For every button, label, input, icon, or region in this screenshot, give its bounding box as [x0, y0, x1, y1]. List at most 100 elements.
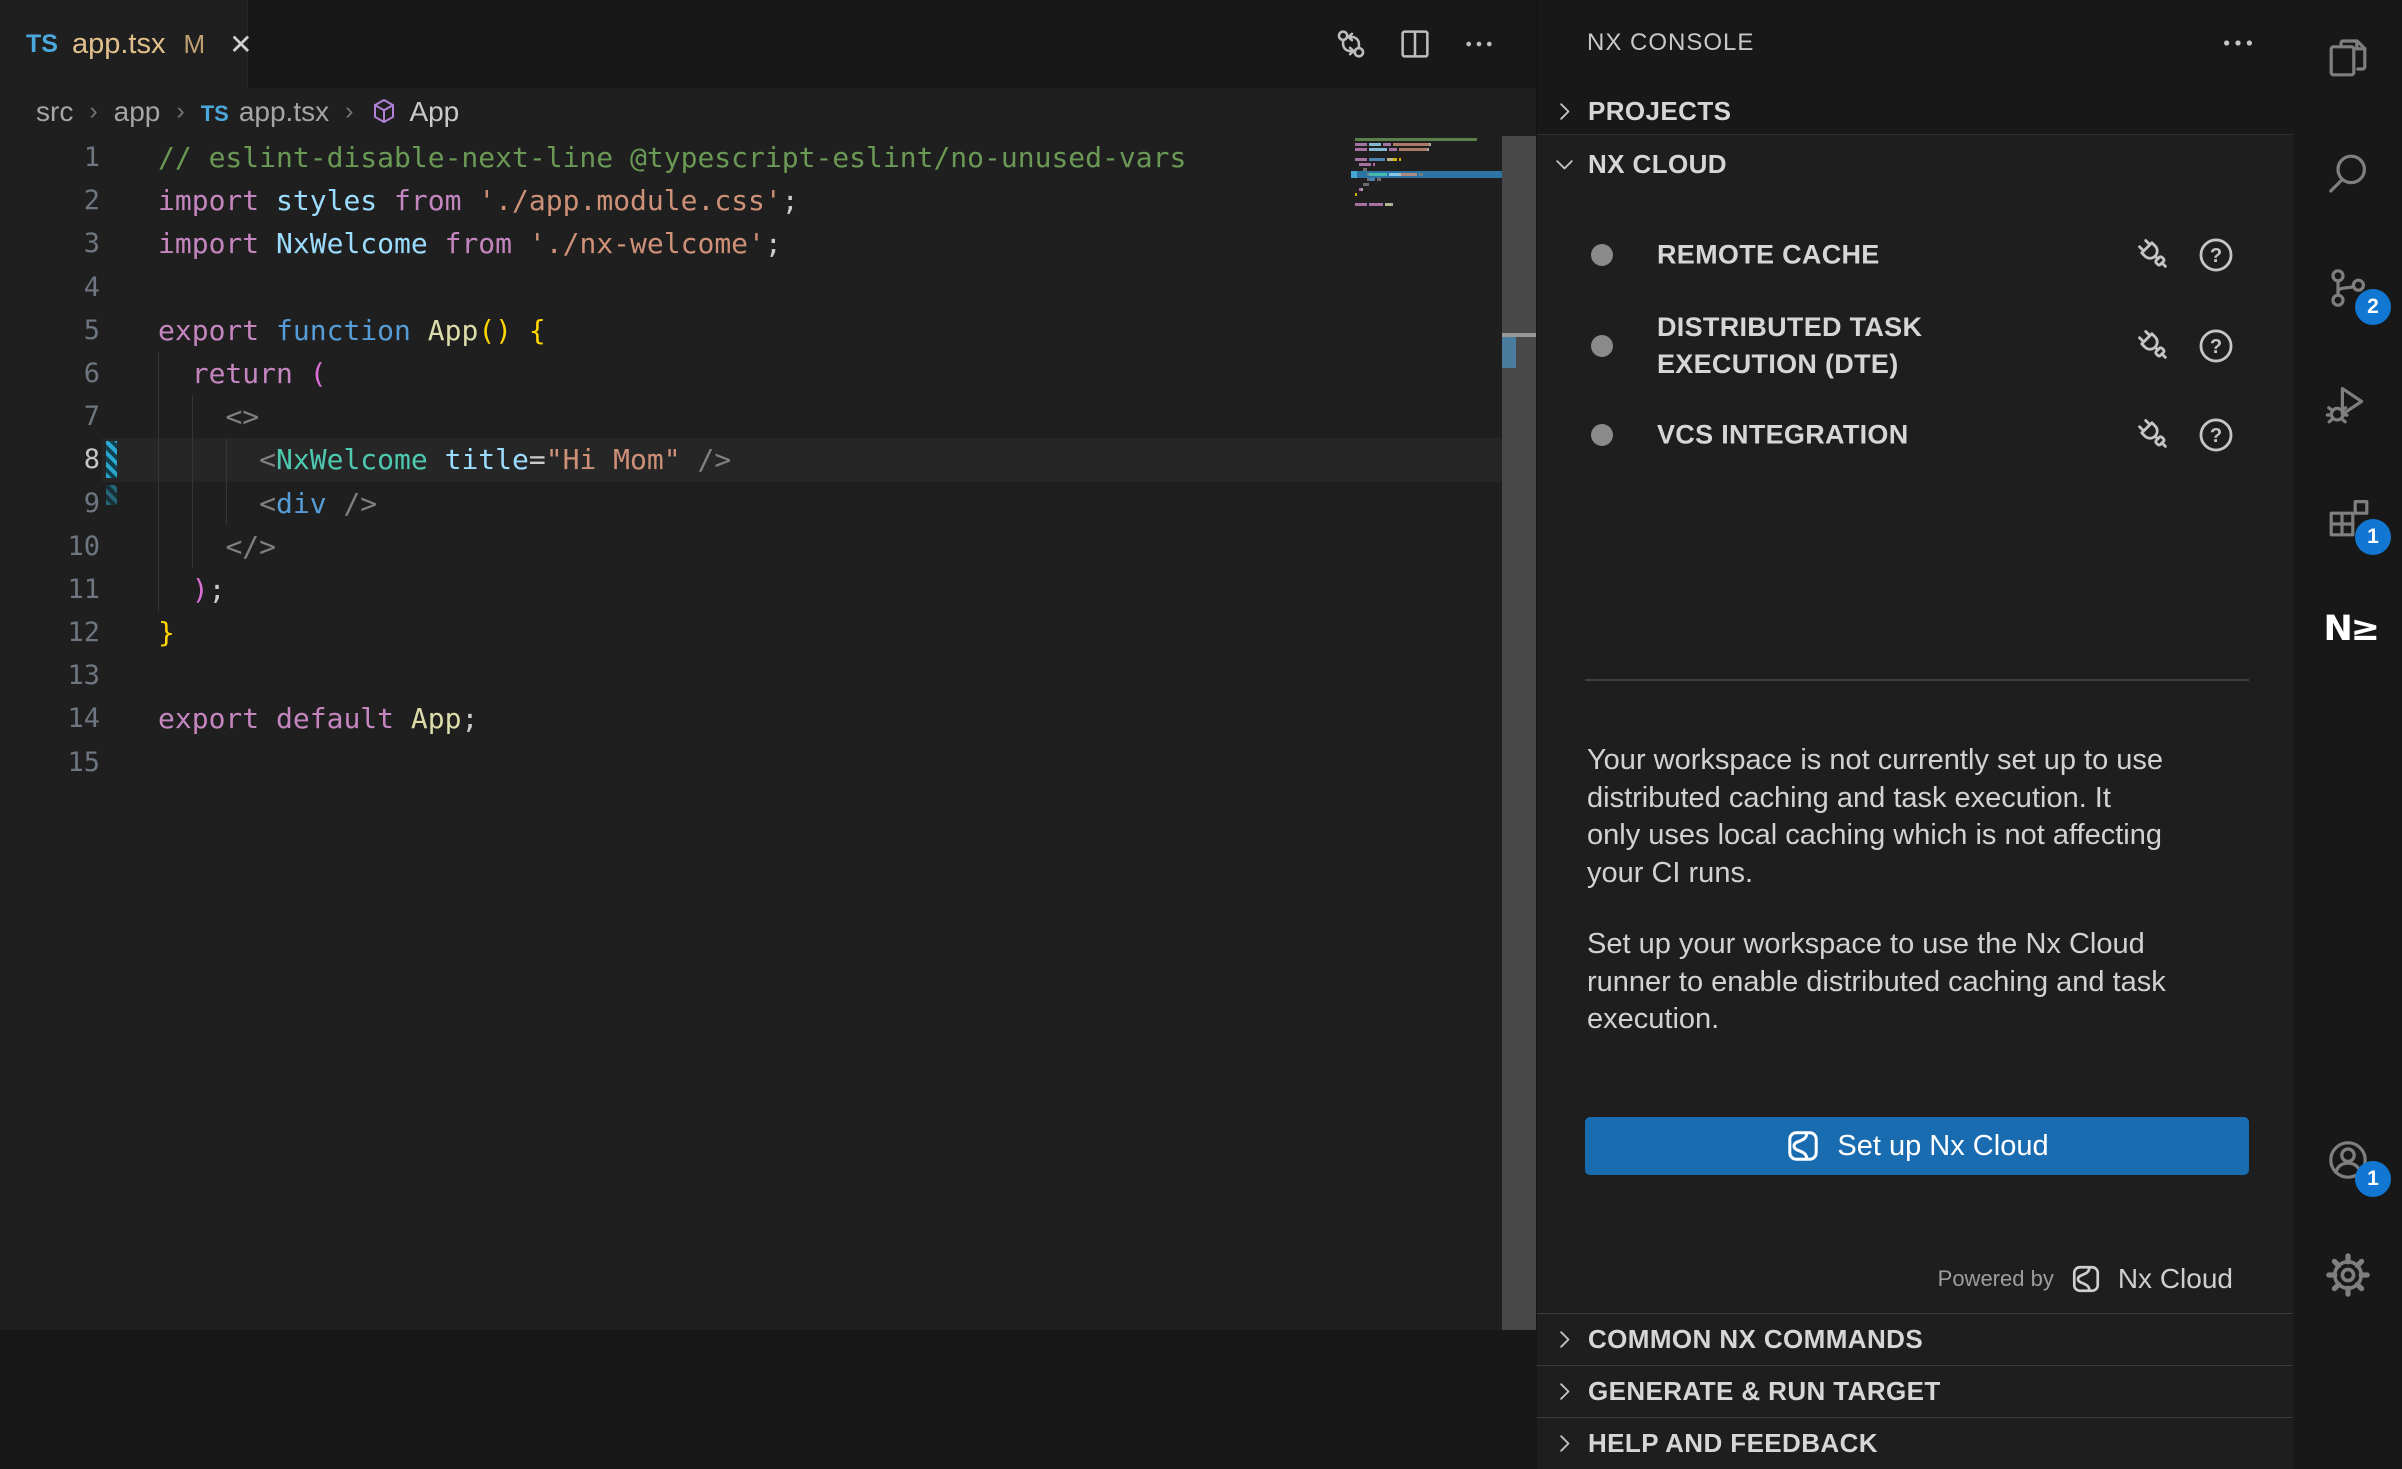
feature-label: REMOTE CACHE	[1657, 237, 1880, 274]
code-text: <div />	[158, 482, 377, 525]
connect-plug-icon[interactable]	[2133, 325, 2175, 367]
nx-cloud-icon	[2070, 1263, 2102, 1295]
feature-remote-cache: REMOTE CACHE?	[1537, 228, 2293, 282]
search-icon	[2324, 149, 2372, 197]
status-dot-icon	[1591, 244, 1613, 266]
line-number[interactable]: 5	[0, 309, 100, 352]
gutter-modified-marker	[106, 441, 117, 478]
help-question-icon[interactable]: ?	[2195, 234, 2237, 276]
line-number[interactable]: 4	[0, 266, 100, 309]
code-line-4[interactable]: 4	[0, 266, 1502, 309]
line-number[interactable]: 9	[0, 482, 100, 525]
open-changes-icon[interactable]	[1332, 25, 1370, 63]
status-dot-icon	[1591, 335, 1613, 357]
overview-ruler-modified-marker	[1502, 337, 1516, 368]
editor-scrollbar[interactable]	[1502, 136, 1536, 1330]
typescript-file-icon: TS	[26, 30, 58, 59]
line-number[interactable]: 1	[0, 136, 100, 179]
panel-title: NX CONSOLE	[1587, 29, 1754, 57]
line-number[interactable]: 14	[0, 697, 100, 740]
chevron-down-icon	[1551, 151, 1578, 178]
panel-more-actions-icon[interactable]	[2217, 22, 2259, 64]
symbol-cube-icon	[369, 96, 399, 126]
minimap[interactable]	[1351, 138, 1502, 230]
code-line-1[interactable]: 1 // eslint-disable-next-line @typescript…	[0, 136, 1502, 179]
breadcrumb-item-src[interactable]: src	[36, 96, 73, 128]
code-line-11[interactable]: 11 );	[0, 568, 1502, 611]
activity-item-manage-settings[interactable]	[2293, 1229, 2402, 1321]
line-number[interactable]: 13	[0, 654, 100, 697]
breadcrumb-item-app-tsx[interactable]: TSapp.tsx	[201, 96, 329, 128]
panel-title-row: NX CONSOLE	[1537, 18, 2293, 68]
activity-item-nx-console[interactable]: N≥	[2293, 587, 2402, 679]
section-label: COMMON NX COMMANDS	[1588, 1324, 1923, 1355]
line-number[interactable]: 3	[0, 222, 100, 265]
powered-by-label: Powered by	[1938, 1266, 2054, 1292]
chevron-right-icon	[1551, 1326, 1578, 1353]
code-line-2[interactable]: 2import styles from './app.module.css';	[0, 179, 1502, 222]
activity-item-explorer[interactable]	[2293, 12, 2402, 104]
code-text: );	[158, 568, 225, 611]
line-number[interactable]: 15	[0, 741, 100, 784]
section-projects[interactable]: PROJECTS	[1537, 88, 2293, 135]
code-line-5[interactable]: 5export function App() {	[0, 309, 1502, 352]
connect-plug-icon[interactable]	[2133, 414, 2175, 456]
feature-label: VCS INTEGRATION	[1657, 417, 1909, 454]
set-up-nx-cloud-button-label: Set up Nx Cloud	[1837, 1130, 2048, 1163]
code-line-3[interactable]: 3import NxWelcome from './nx-welcome';	[0, 222, 1502, 265]
code-text: // eslint-disable-next-line @typescript-…	[158, 136, 1186, 179]
more-actions-icon[interactable]	[1460, 25, 1498, 63]
code-text: }	[158, 611, 175, 654]
indent-guide	[192, 395, 193, 568]
line-number[interactable]: 6	[0, 352, 100, 395]
help-question-icon[interactable]: ?	[2195, 414, 2237, 456]
code-line-14[interactable]: 14export default App;	[0, 697, 1502, 740]
breadcrumb: src›app›TSapp.tsx›App	[0, 88, 1502, 135]
git-modified-badge: M	[183, 29, 205, 60]
activity-item-accounts[interactable]: 1	[2293, 1114, 2402, 1206]
svg-text:?: ?	[2210, 245, 2222, 267]
code-line-13[interactable]: 13	[0, 654, 1502, 697]
activity-item-run-and-debug[interactable]	[2293, 357, 2402, 449]
section-common-nx-commands[interactable]: COMMON NX COMMANDS	[1537, 1313, 2293, 1365]
gutter-modified-marker	[106, 485, 117, 505]
section-label: GENERATE & RUN TARGET	[1588, 1376, 1941, 1407]
activity-item-source-control[interactable]: 2	[2293, 242, 2402, 334]
code-text: <NxWelcome title="Hi Mom" />	[158, 438, 731, 481]
feature-vcs-integration: VCS INTEGRATION?	[1537, 408, 2293, 462]
code-line-10[interactable]: 10 </>	[0, 525, 1502, 568]
gear-icon	[2324, 1251, 2372, 1299]
workspace-status-text: Your workspace is not currently set up t…	[1587, 742, 2263, 892]
activity-item-search[interactable]	[2293, 127, 2402, 219]
code-line-12[interactable]: 12}	[0, 611, 1502, 654]
section-generate-run-target[interactable]: GENERATE & RUN TARGET	[1537, 1365, 2293, 1417]
breadcrumb-label: src	[36, 96, 73, 127]
line-number[interactable]: 12	[0, 611, 100, 654]
line-number[interactable]: 7	[0, 395, 100, 438]
line-number[interactable]: 10	[0, 525, 100, 568]
split-editor-icon[interactable]	[1396, 25, 1434, 63]
section-projects-label: PROJECTS	[1588, 96, 1731, 127]
activity-item-extensions[interactable]: 1	[2293, 472, 2402, 564]
code-line-7[interactable]: 7 <>	[0, 395, 1502, 438]
code-line-6[interactable]: 6 return (	[0, 352, 1502, 395]
tab-app-tsx[interactable]: TS app.tsx M ✕	[0, 0, 248, 88]
nx-logo-icon: N≥	[2324, 609, 2372, 657]
code-text: </>	[158, 525, 276, 568]
line-number[interactable]: 2	[0, 179, 100, 222]
code-line-15[interactable]: 15	[0, 741, 1502, 784]
help-question-icon[interactable]: ?	[2195, 325, 2237, 367]
breadcrumb-item-app[interactable]: app	[114, 96, 161, 128]
activity-bar: 2 1 N≥ 1	[2293, 0, 2402, 1330]
set-up-nx-cloud-button[interactable]: Set up Nx Cloud	[1585, 1117, 2249, 1175]
typescript-file-icon: TS	[201, 101, 229, 126]
tab-close-icon[interactable]: ✕	[229, 28, 252, 61]
editor-actions-toolbar	[1320, 0, 1536, 88]
indent-guide	[226, 438, 227, 525]
line-number[interactable]: 8	[0, 438, 100, 481]
breadcrumb-item-app[interactable]: App	[369, 96, 459, 128]
line-number[interactable]: 11	[0, 568, 100, 611]
section-nx-cloud[interactable]: NX CLOUD	[1537, 141, 2293, 188]
section-help-and-feedback[interactable]: HELP AND FEEDBACK	[1537, 1417, 2293, 1469]
connect-plug-icon[interactable]	[2133, 234, 2175, 276]
